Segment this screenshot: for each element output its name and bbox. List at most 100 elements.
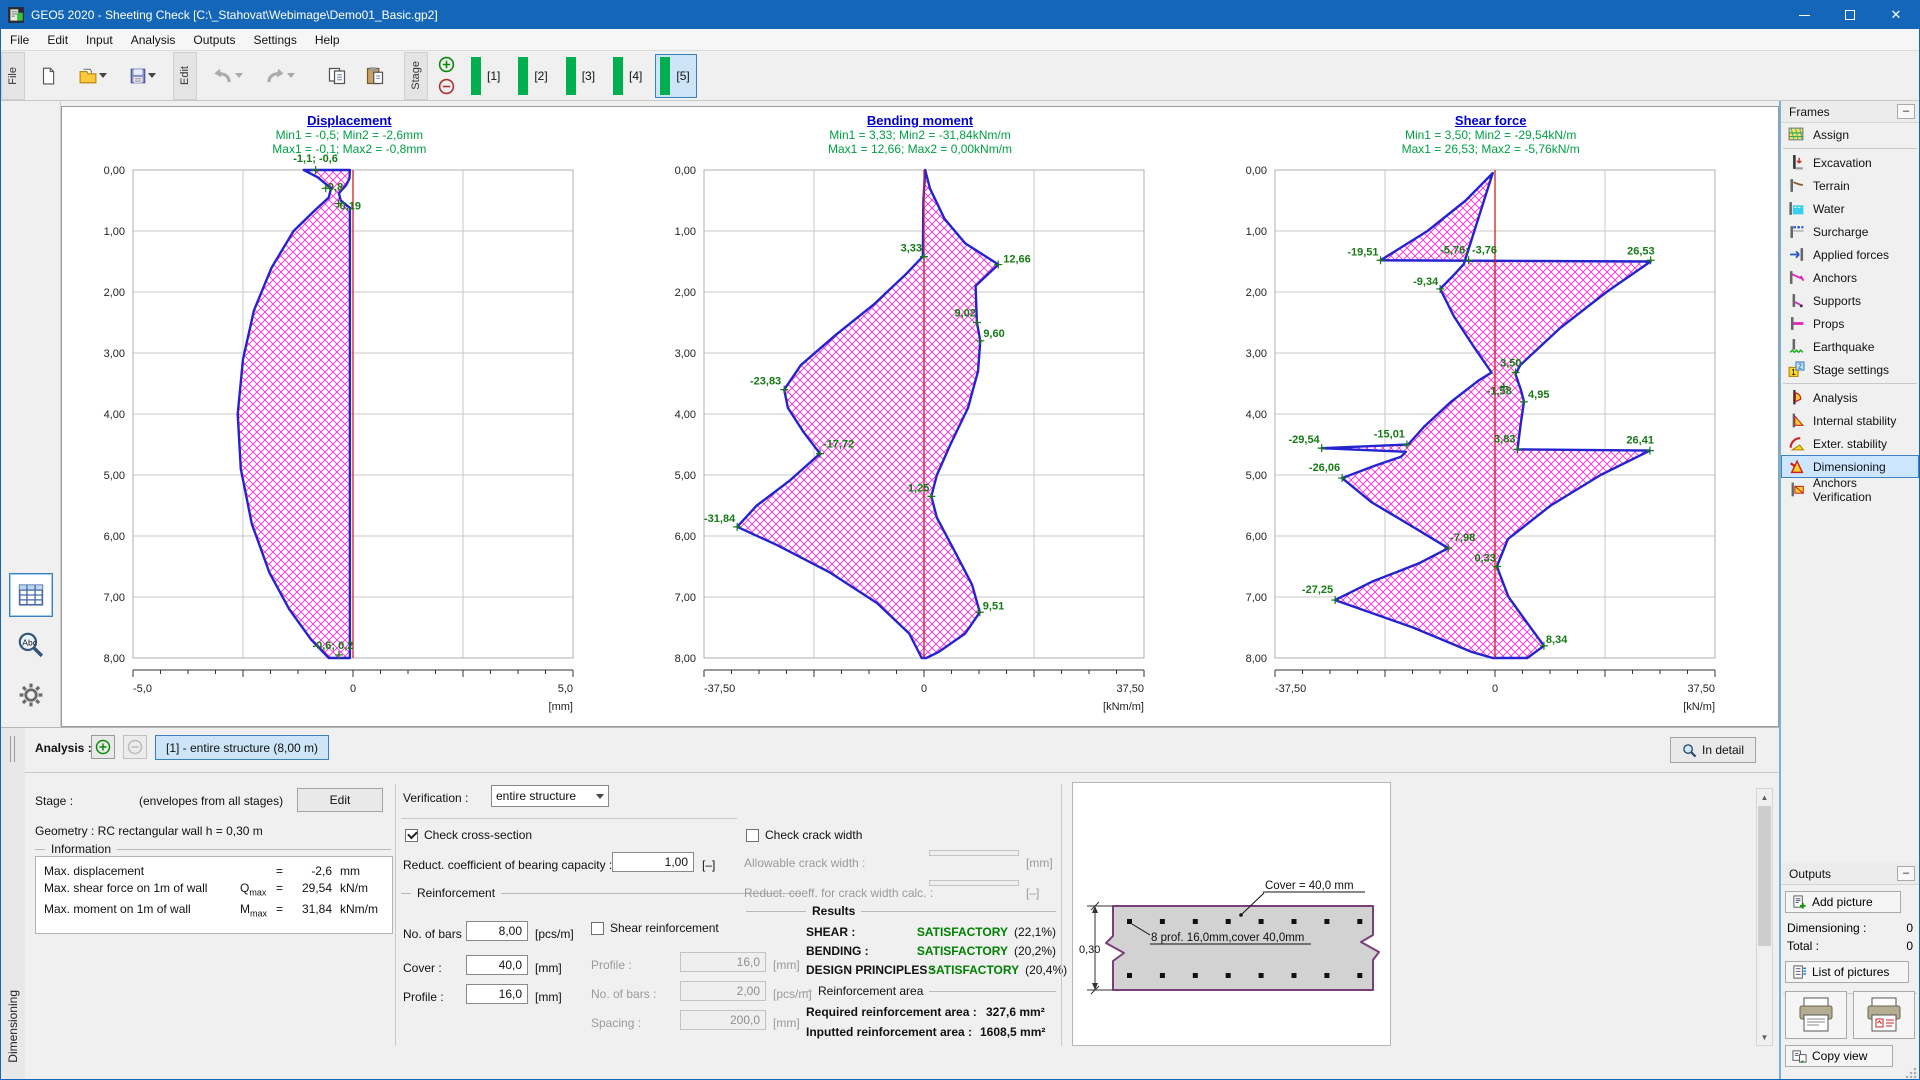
stage-button-1[interactable]: [1] — [466, 54, 507, 98]
menu-item-analysis[interactable]: Analysis — [122, 30, 185, 50]
stage-settings-icon: 12 — [1788, 361, 1805, 377]
maximize-button[interactable] — [1827, 1, 1873, 29]
frames-item-applied-forces[interactable]: Applied forces — [1781, 243, 1919, 266]
stage-bar-icon — [613, 56, 624, 95]
print-document-button[interactable] — [1785, 991, 1847, 1039]
menu-item-file[interactable]: File — [1, 30, 38, 50]
panel-grip[interactable] — [10, 736, 15, 762]
minimize-button[interactable] — [1781, 1, 1827, 29]
chart-plot: 0,00 1,00 2,00 3,00 4,00 5,00 6,00 7,00 8,00 3,33… — [675, 165, 1145, 713]
verification-select[interactable]: entire structure — [491, 785, 609, 807]
file-vertical-tab[interactable]: File — [1, 51, 25, 100]
open-dropdown-caret[interactable] — [98, 73, 107, 78]
chart-value-label: -0,6; 0,2 — [313, 640, 354, 652]
chart-unit-label: [kNm/m] — [1103, 701, 1144, 713]
check-cross-section-checkbox[interactable] — [405, 828, 418, 842]
analysis-tab[interactable]: [1] - entire structure (8,00 m) — [155, 735, 330, 760]
copy-view-button[interactable]: Copy view — [1785, 1045, 1893, 1067]
frames-item-stage-settings[interactable]: 1 2 Stage settings — [1781, 358, 1919, 381]
frames-item-water[interactable]: Water — [1781, 197, 1919, 220]
copy-button[interactable] — [319, 56, 355, 96]
edit-stage-button[interactable]: Edit — [297, 788, 383, 812]
frames-item-assign[interactable]: Assign — [1781, 123, 1919, 146]
check-crack-width-checkbox[interactable] — [746, 828, 759, 842]
chart-value-label: 0,33 — [1474, 553, 1495, 565]
frames-collapse-button[interactable]: – — [1897, 104, 1915, 119]
stage-button-4[interactable]: [4] — [608, 54, 649, 98]
scroll-up-arrow[interactable]: ▲ — [1757, 789, 1772, 805]
section-cover-label: Cover = 40,0 mm — [1265, 880, 1354, 892]
paste-button[interactable] — [357, 56, 393, 96]
svg-text:0: 0 — [1492, 683, 1498, 695]
menu-item-help[interactable]: Help — [306, 30, 349, 50]
shear-reinforcement-row: Shear reinforcement — [591, 921, 719, 935]
menu-item-edit[interactable]: Edit — [38, 30, 77, 50]
remove-stage-button[interactable] — [436, 77, 456, 97]
chart-value-label: 9,60 — [983, 328, 1004, 340]
scroll-down-arrow[interactable]: ▼ — [1757, 1029, 1772, 1045]
mode-strip: Dimensioning — [1, 727, 25, 1079]
no-of-bars-field[interactable]: 8,00 — [466, 921, 528, 941]
abc-magnifier-button[interactable]: Abc — [9, 623, 53, 667]
chart-value-label: -27,25 — [1302, 584, 1333, 596]
reinforcement-group-title: Reinforcement — [401, 886, 801, 900]
c over-field[interactable]: 40,0 — [466, 955, 528, 975]
reduct-coeff-field[interactable]: 1,00 — [612, 852, 694, 872]
list-of-pictures-button[interactable]: List of pictures — [1785, 961, 1909, 983]
edit-vertical-tab[interactable]: Edit — [173, 51, 197, 100]
analysis-label: Analysis : — [35, 741, 92, 755]
undo-dropdown-caret[interactable] — [234, 73, 243, 78]
shear-reinforcement-checkbox[interactable] — [591, 921, 604, 935]
profile-field[interactable]: 16,0 — [466, 984, 528, 1004]
frames-item-excavation[interactable]: Excavation — [1781, 151, 1919, 174]
frames-item-surcharge[interactable]: Surcharge — [1781, 220, 1919, 243]
scrollbar-thumb[interactable] — [1758, 806, 1771, 946]
bottom-panel-scrollbar[interactable]: ▲ ▼ — [1756, 788, 1773, 1046]
stage-value: (envelopes from all stages) — [139, 794, 284, 808]
stage-button-2[interactable]: [2] — [513, 54, 554, 98]
menu-item-outputs[interactable]: Outputs — [184, 30, 244, 50]
stage-button-5[interactable]: [5] — [655, 53, 697, 98]
redo-button[interactable] — [254, 56, 304, 96]
frames-item-anchors[interactable]: Anchors — [1781, 266, 1919, 289]
chart-unit-label: [mm] — [549, 701, 573, 713]
add-stage-button[interactable] — [436, 55, 456, 75]
outputs-collapse-button[interactable]: – — [1897, 866, 1915, 881]
frames-item-props[interactable]: Props — [1781, 312, 1919, 335]
svg-text:6,00: 6,00 — [104, 531, 125, 543]
remove-analysis-button[interactable] — [123, 735, 147, 759]
print-picture-button[interactable] — [1853, 991, 1915, 1039]
resize-grip[interactable] — [1905, 1067, 1917, 1079]
stage-button-3[interactable]: [3] — [561, 54, 602, 98]
save-dropdown-caret[interactable] — [147, 73, 156, 78]
menu-item-input[interactable]: Input — [77, 30, 122, 50]
add-picture-button[interactable]: Add picture — [1785, 891, 1901, 913]
outputs-panel-header: Outputs – — [1781, 863, 1919, 885]
outputs-row-dimensioning: Dimensioning :0 — [1787, 921, 1913, 935]
stage-vertical-tab[interactable]: Stage — [404, 51, 428, 100]
allowable-crack-width-unit: [mm] — [1026, 856, 1053, 870]
frames-item-exter-stability[interactable]: Exter. stability — [1781, 432, 1919, 455]
in-detail-button[interactable]: In detail — [1670, 737, 1756, 763]
frames-item-internal-stability[interactable]: Internal stability — [1781, 409, 1919, 432]
open-file-button[interactable] — [68, 56, 116, 96]
add-analysis-button[interactable] — [91, 735, 115, 759]
left-tool-strip: Abc — [1, 101, 61, 727]
copy-view-icon — [1792, 1049, 1807, 1063]
undo-button[interactable] — [202, 56, 252, 96]
in-detail-magnifier-icon — [1683, 743, 1697, 757]
crack-reduct-label: Reduct. coeff. for crack width calc. : — [744, 886, 934, 900]
close-button[interactable]: ✕ — [1873, 1, 1919, 29]
frames-item-terrain[interactable]: Terrain — [1781, 174, 1919, 197]
frames-item-supports[interactable]: Supports — [1781, 289, 1919, 312]
menu-item-settings[interactable]: Settings — [244, 30, 305, 50]
redo-dropdown-caret[interactable] — [286, 73, 295, 78]
check-crack-width-row: Check crack width — [746, 828, 862, 842]
frames-item-earthquake[interactable]: Earthquake — [1781, 335, 1919, 358]
frames-item-anchors-verification[interactable]: Anchors Verification — [1781, 476, 1919, 504]
results-table-button[interactable] — [9, 573, 53, 617]
save-button[interactable] — [118, 56, 166, 96]
new-file-button[interactable] — [30, 56, 66, 96]
settings-gear-button[interactable] — [9, 673, 53, 717]
frames-item-analysis[interactable]: Analysis — [1781, 386, 1919, 409]
